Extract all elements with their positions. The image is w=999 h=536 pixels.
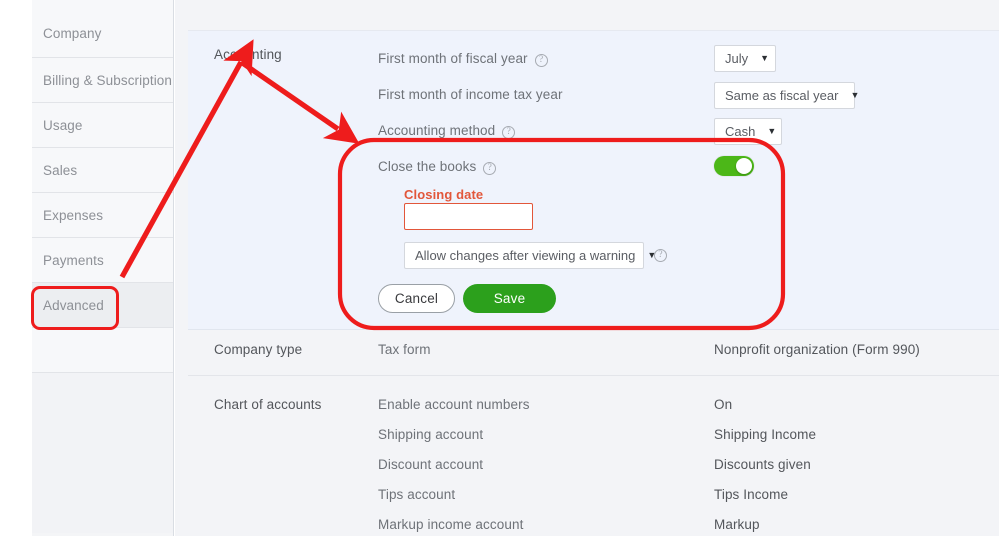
- toggle-knob: [736, 158, 752, 174]
- save-button[interactable]: Save: [463, 284, 556, 313]
- sidebar-item-label: Company: [43, 26, 102, 41]
- sidebar-item-billing-subscription[interactable]: Billing & Subscription: [32, 58, 173, 103]
- chart-of-accounts-section-title: Chart of accounts: [214, 397, 322, 412]
- cancel-button[interactable]: Cancel: [378, 284, 455, 313]
- select-closing-date-password-option[interactable]: Allow changes after viewing a warning ▼: [404, 242, 656, 269]
- chart-of-accounts-section-card: Chart of accounts Enable account numbers…: [188, 376, 999, 536]
- sidebar-item-sales[interactable]: Sales: [32, 148, 173, 193]
- sidebar-item-label: Billing & Subscription: [43, 72, 173, 88]
- sidebar-item-advanced[interactable]: Advanced: [32, 283, 173, 328]
- sidebar-spacer-row: [32, 328, 173, 373]
- toggle-close-the-books[interactable]: [714, 156, 754, 176]
- sidebar-item-label: Usage: [43, 117, 83, 133]
- settings-sidebar: Company Billing & Subscription Usage Sal…: [32, 0, 174, 536]
- value-markup-income-account[interactable]: Markup: [714, 517, 760, 532]
- label-shipping-account: Shipping account: [378, 427, 484, 442]
- label-first-month-income-tax-year: First month of income tax year: [378, 87, 563, 102]
- value-tips-account[interactable]: Tips Income: [714, 487, 788, 502]
- label-first-month-fiscal-year: First month of fiscal year?: [378, 51, 548, 67]
- chevron-down-icon: ▼: [760, 53, 770, 63]
- help-icon-password-option[interactable]: ?: [654, 249, 667, 262]
- select-first-month-income-tax-year[interactable]: Same as fiscal year ▼: [714, 82, 859, 109]
- sidebar-item-payments[interactable]: Payments: [32, 238, 173, 283]
- sidebar-item-label: Sales: [43, 162, 78, 178]
- app-root: Company Billing & Subscription Usage Sal…: [0, 0, 999, 536]
- chevron-down-icon: ▼: [850, 90, 860, 100]
- sidebar-item-usage[interactable]: Usage: [32, 103, 173, 148]
- company-type-section-card: Company type Tax form Nonprofit organiza…: [188, 331, 999, 375]
- closing-date-input[interactable]: [404, 203, 533, 230]
- label-close-the-books: Close the books?: [378, 159, 497, 175]
- help-icon-accounting-method[interactable]: ?: [502, 126, 516, 139]
- label-enable-account-numbers: Enable account numbers: [378, 397, 530, 412]
- sidebar-filler: [32, 373, 173, 533]
- closing-date-label: Closing date: [404, 187, 484, 202]
- value-enable-account-numbers[interactable]: On: [714, 397, 732, 412]
- sidebar-item-label: Payments: [43, 252, 104, 268]
- select-first-month-fiscal-year[interactable]: July ▼: [714, 45, 776, 72]
- help-icon-fiscal-year[interactable]: ?: [534, 54, 548, 67]
- sidebar-item-expenses[interactable]: Expenses: [32, 193, 173, 238]
- select-accounting-method[interactable]: Cash ▼: [714, 118, 782, 145]
- label-tax-form: Tax form: [378, 342, 431, 357]
- label-markup-income-account: Markup income account: [378, 517, 524, 532]
- settings-main-panel: Accounting First month of fiscal year? J…: [175, 0, 999, 536]
- value-tax-form[interactable]: Nonprofit organization (Form 990): [714, 342, 920, 357]
- value-discount-account[interactable]: Discounts given: [714, 457, 811, 472]
- sidebar-item-company[interactable]: Company: [32, 0, 173, 58]
- accounting-section-title: Accounting: [214, 47, 282, 62]
- label-discount-account: Discount account: [378, 457, 484, 472]
- label-accounting-method: Accounting method?: [378, 123, 516, 139]
- value-shipping-account[interactable]: Shipping Income: [714, 427, 816, 442]
- sidebar-item-label: Advanced: [43, 297, 104, 313]
- company-type-section-title: Company type: [214, 342, 303, 357]
- label-tips-account: Tips account: [378, 487, 456, 502]
- chevron-down-icon: ▼: [767, 126, 777, 136]
- help-icon-close-the-books[interactable]: ?: [483, 162, 497, 175]
- accounting-section-card: Accounting First month of fiscal year? J…: [188, 30, 999, 330]
- sidebar-item-label: Expenses: [43, 207, 104, 223]
